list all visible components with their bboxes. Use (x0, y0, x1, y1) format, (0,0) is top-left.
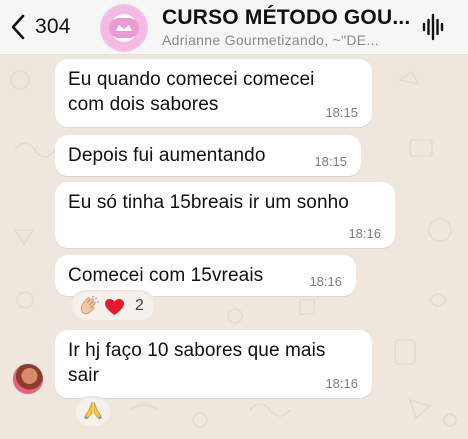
message-text: Depois fui aumentando (68, 145, 266, 166)
message-time: 18:15 (325, 105, 358, 120)
message-time: 18:16 (309, 274, 342, 289)
message-bubble[interactable]: Eu só tinha 15breais ir um sonho 18:16 (55, 182, 395, 248)
reaction-pill[interactable]: 2 (70, 290, 156, 322)
red-heart-icon (104, 297, 125, 316)
message-time: 18:16 (348, 226, 381, 241)
message-time: 18:15 (314, 154, 347, 169)
message-text: Comecei com 15vreais (68, 265, 264, 286)
message-bubble[interactable]: Ir hj faço 10 sabores que mais sair 18:1… (55, 330, 372, 398)
group-logo-icon (109, 18, 139, 38)
message-bubble[interactable]: Depois fui aumentando 18:15 (55, 135, 361, 176)
audio-call-icon[interactable] (422, 13, 444, 41)
chat-header: 304 CURSO MÉTODO GOU... Adrianne Gourmet… (0, 0, 468, 55)
chevron-left-icon (11, 14, 25, 40)
message-time: 18:16 (325, 376, 358, 391)
message-bubble[interactable]: Eu quando comecei comecei com dois sabor… (55, 59, 372, 127)
unread-count: 304 (35, 15, 71, 38)
group-avatar[interactable] (100, 4, 148, 52)
message-text: Eu quando comecei comecei com dois sabor… (68, 69, 315, 115)
reaction-pill[interactable] (74, 396, 112, 428)
reaction-count: 2 (135, 297, 144, 314)
sender-avatar[interactable] (12, 363, 44, 395)
chat-participants[interactable]: Adrianne Gourmetizando, ~"DE... (162, 32, 379, 48)
folded-hands-icon (83, 400, 103, 425)
chat-title[interactable]: CURSO MÉTODO GOU... (162, 6, 410, 30)
message-text: Eu só tinha 15breais ir um sonho (68, 192, 349, 213)
message-text: Ir hj faço 10 sabores que mais sair (68, 340, 326, 386)
back-button[interactable]: 304 (10, 12, 71, 42)
clapping-hands-icon (78, 296, 100, 316)
